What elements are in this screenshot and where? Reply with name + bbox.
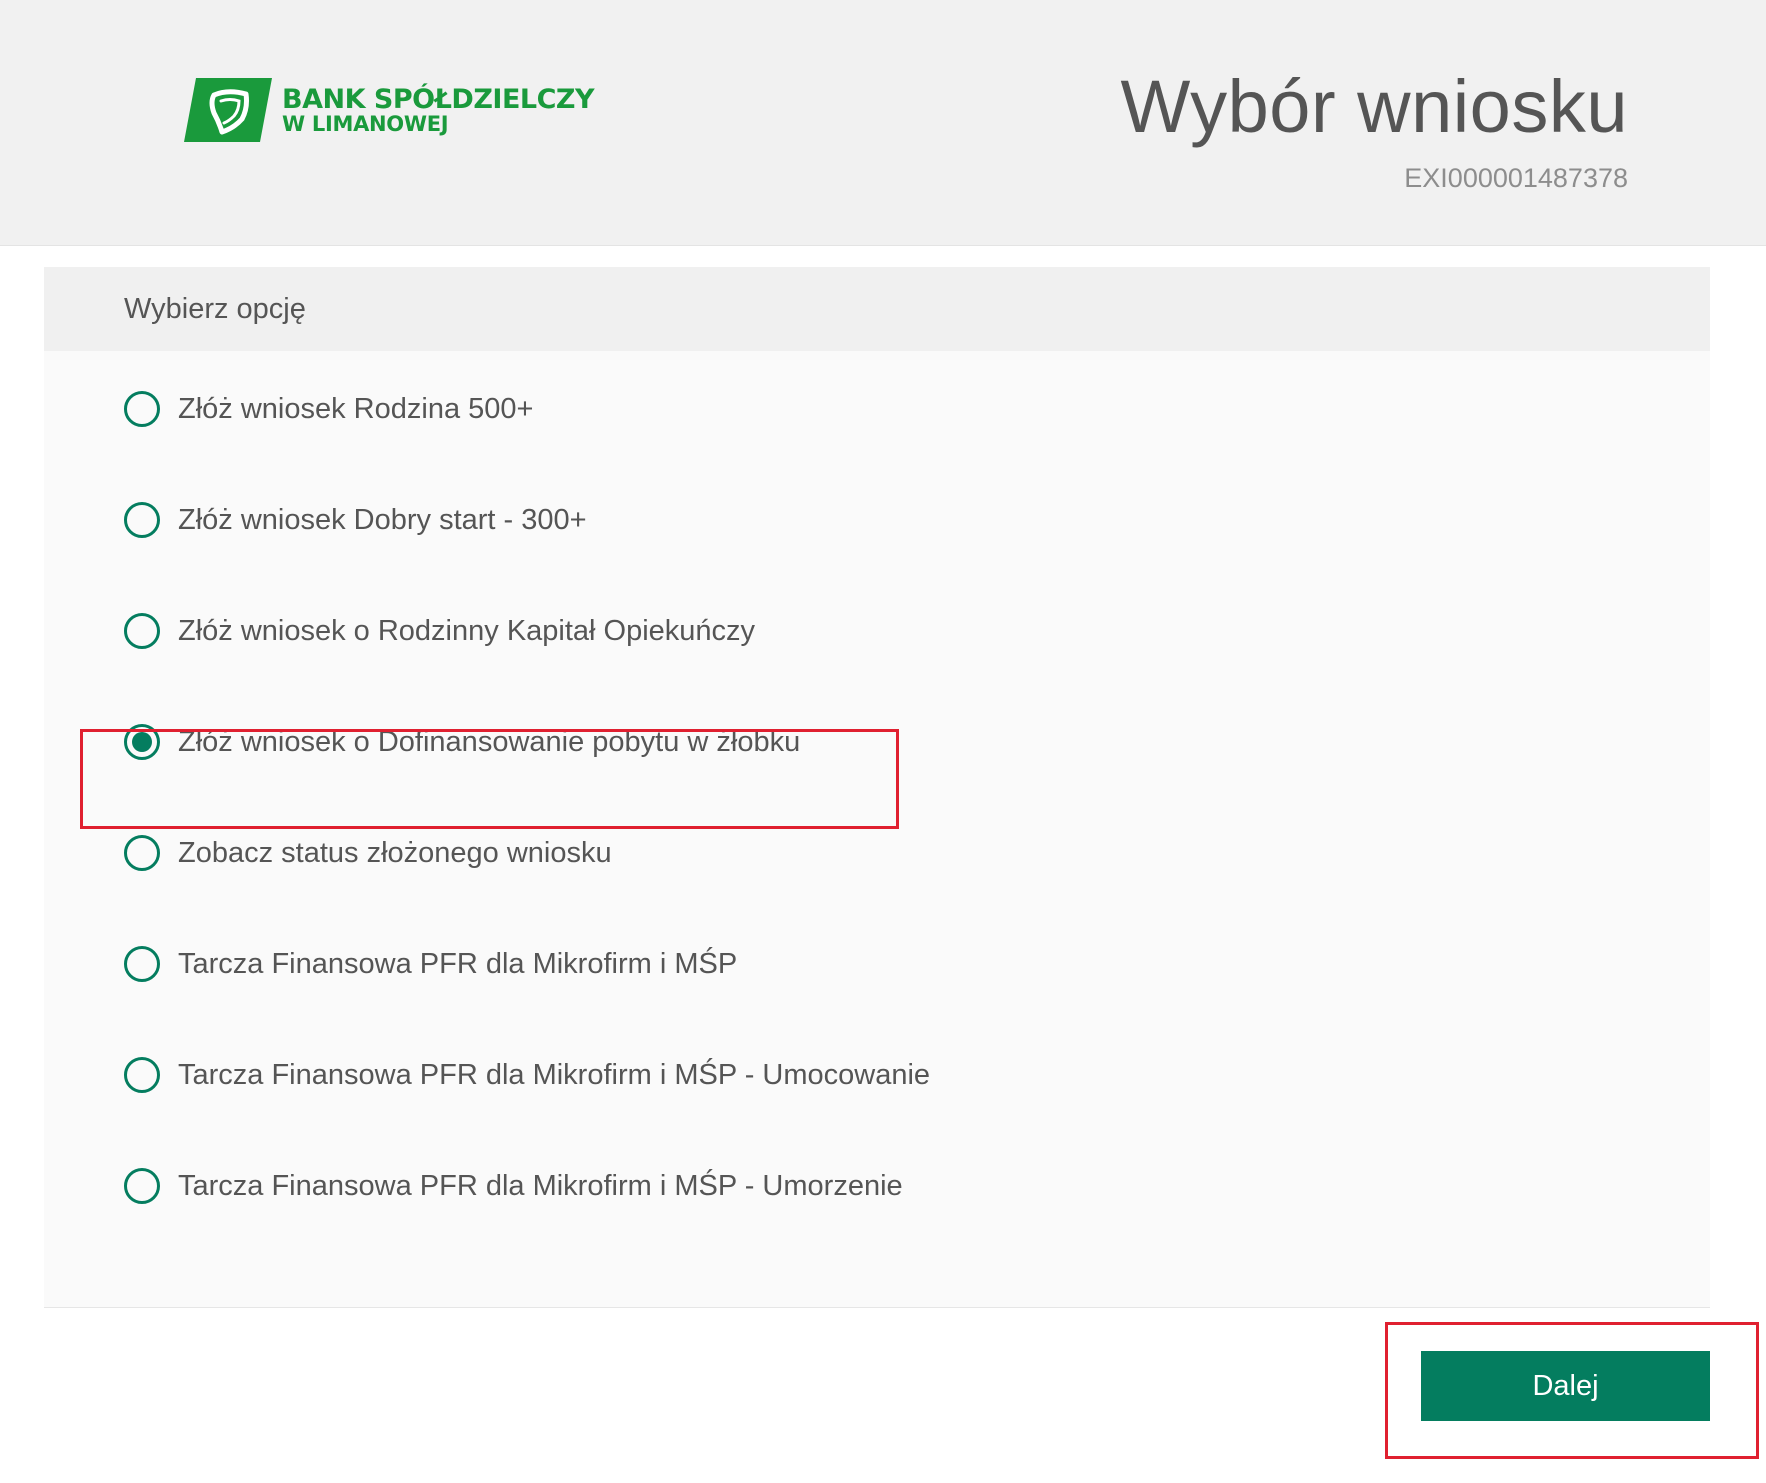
- option-tarcza-pfr-umorzenie[interactable]: Tarcza Finansowa PFR dla Mikrofirm i MŚP…: [124, 1168, 930, 1279]
- option-label[interactable]: Złóż wniosek o Rodzinny Kapitał Opiekuńc…: [178, 613, 755, 649]
- option-label[interactable]: Złóż wniosek Rodzina 500+: [178, 391, 533, 427]
- page-title: Wybór wniosku: [1120, 65, 1628, 148]
- bank-logo[interactable]: BANK SPÓŁDZIELCZY W LIMANOWEJ: [184, 78, 595, 142]
- option-label[interactable]: Złóż wniosek o Dofinansowanie pobytu w ż…: [178, 724, 800, 760]
- bank-logo-text: BANK SPÓŁDZIELCZY W LIMANOWEJ: [282, 83, 595, 136]
- option-tarcza-pfr[interactable]: Tarcza Finansowa PFR dla Mikrofirm i MŚP: [124, 946, 930, 1057]
- radio-button[interactable]: [124, 613, 160, 649]
- option-status-wniosku[interactable]: Zobacz status złożonego wniosku: [124, 835, 930, 946]
- option-rodzinny-kapital-opiekunczy[interactable]: Złóż wniosek o Rodzinny Kapitał Opiekuńc…: [124, 613, 930, 724]
- radio-button[interactable]: [124, 835, 160, 871]
- options-panel: Wybierz opcję Złóż wniosek Rodzina 500+ …: [44, 267, 1710, 1308]
- bank-name-line2: W LIMANOWEJ: [282, 111, 449, 136]
- option-dobry-start-300[interactable]: Złóż wniosek Dobry start - 300+: [124, 502, 930, 613]
- radio-button-selected[interactable]: [124, 724, 160, 760]
- panel-header: Wybierz opcję: [44, 267, 1710, 351]
- option-label[interactable]: Tarcza Finansowa PFR dla Mikrofirm i MŚP…: [178, 1168, 903, 1204]
- bank-logo-icon: [184, 78, 272, 142]
- application-id: EXI000001487378: [1404, 163, 1628, 193]
- radio-button[interactable]: [124, 1168, 160, 1204]
- radio-button[interactable]: [124, 1057, 160, 1093]
- next-button[interactable]: Dalej: [1421, 1351, 1710, 1421]
- radio-button[interactable]: [124, 391, 160, 427]
- options-list: Złóż wniosek Rodzina 500+ Złóż wniosek D…: [124, 391, 930, 1279]
- panel-title: Wybierz opcję: [124, 293, 306, 325]
- option-label[interactable]: Tarcza Finansowa PFR dla Mikrofirm i MŚP: [178, 946, 737, 982]
- bank-name-line1: BANK SPÓŁDZIELCZY: [282, 83, 595, 115]
- option-label[interactable]: Złóż wniosek Dobry start - 300+: [178, 502, 587, 538]
- option-label[interactable]: Tarcza Finansowa PFR dla Mikrofirm i MŚP…: [178, 1057, 930, 1093]
- option-tarcza-pfr-umocowanie[interactable]: Tarcza Finansowa PFR dla Mikrofirm i MŚP…: [124, 1057, 930, 1168]
- radio-button[interactable]: [124, 946, 160, 982]
- option-rodzina-500[interactable]: Złóż wniosek Rodzina 500+: [124, 391, 930, 502]
- radio-button[interactable]: [124, 502, 160, 538]
- page-header: BANK SPÓŁDZIELCZY W LIMANOWEJ Wybór wnio…: [0, 0, 1766, 246]
- option-dofinansowanie-zlobek[interactable]: Złóż wniosek o Dofinansowanie pobytu w ż…: [124, 724, 930, 835]
- option-label[interactable]: Zobacz status złożonego wniosku: [178, 835, 612, 871]
